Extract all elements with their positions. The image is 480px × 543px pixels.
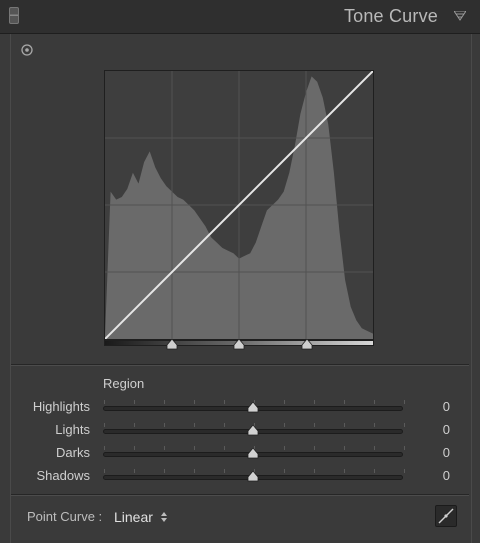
slider-tick [163, 469, 165, 473]
slider-tick [193, 423, 195, 427]
curve-svg[interactable] [105, 71, 373, 339]
slider-tick [133, 469, 135, 473]
slider-tick [283, 469, 285, 473]
slider-tick [163, 446, 165, 450]
point-curve-select[interactable]: Linear [114, 507, 168, 527]
slider-value[interactable]: 0 [443, 422, 450, 437]
region-split-handle-icon[interactable] [166, 339, 178, 350]
curve-edit-icon [438, 508, 454, 524]
slider-label: Highlights [32, 399, 90, 414]
slider-tick [193, 400, 195, 404]
slider-tick [373, 469, 375, 473]
slider-tick [103, 446, 105, 450]
panel-header[interactable]: Tone Curve [0, 0, 480, 34]
slider-tick [193, 446, 195, 450]
slider-tick [313, 400, 315, 404]
slider-value[interactable]: 0 [443, 399, 450, 414]
slider-label: Shadows [36, 468, 90, 483]
slider-tick [103, 400, 105, 404]
panel-switch-icon[interactable] [9, 7, 19, 24]
slider-tick [343, 446, 345, 450]
slider-tick [223, 446, 225, 450]
slider-tick [343, 400, 345, 404]
slider-tick [133, 446, 135, 450]
slider-tick [283, 423, 285, 427]
slider-tick [343, 469, 345, 473]
tone-curve-graph[interactable] [104, 70, 374, 340]
slider-tick [373, 446, 375, 450]
slider-tick [103, 469, 105, 473]
divider [11, 494, 469, 496]
slider-row-darks: Darks 0 [0, 445, 480, 465]
slider-thumb-icon[interactable] [247, 471, 259, 482]
region-split-handle-icon[interactable] [301, 339, 313, 350]
slider-thumb-icon[interactable] [247, 425, 259, 436]
slider-tick [403, 446, 405, 450]
slider-value[interactable]: 0 [443, 468, 450, 483]
slider-tick [403, 469, 405, 473]
tone-curve-panel: Tone Curve Region Highlights 0 Lights 0 Dark… [0, 0, 480, 543]
region-label: Region [103, 376, 145, 391]
slider-label: Darks [56, 445, 90, 460]
panel-title: Tone Curve [343, 6, 438, 26]
slider-tick [163, 400, 165, 404]
slider-value[interactable]: 0 [443, 445, 450, 460]
up-down-stepper-icon [160, 512, 167, 522]
edit-point-curve-button[interactable] [435, 505, 457, 527]
slider-tick [223, 400, 225, 404]
slider-tick [373, 400, 375, 404]
slider-tick [313, 446, 315, 450]
slider-tick [403, 400, 405, 404]
divider [11, 364, 469, 366]
region-split-handle-icon[interactable] [233, 339, 245, 350]
panel-menu-triangle-icon[interactable] [454, 11, 466, 21]
slider-tick [313, 469, 315, 473]
slider-label: Lights [55, 422, 90, 437]
slider-tick [223, 469, 225, 473]
slider-thumb-icon[interactable] [247, 448, 259, 459]
slider-tick [133, 423, 135, 427]
slider-row-lights: Lights 0 [0, 422, 480, 442]
slider-tick [193, 469, 195, 473]
targeted-adjustment-icon[interactable] [21, 44, 33, 56]
slider-thumb-icon[interactable] [247, 402, 259, 413]
slider-tick [343, 423, 345, 427]
slider-tick [283, 400, 285, 404]
slider-tick [283, 446, 285, 450]
slider-tick [163, 423, 165, 427]
slider-row-shadows: Shadows 0 [0, 468, 480, 488]
slider-tick [403, 423, 405, 427]
point-curve-value: Linear [114, 509, 153, 525]
slider-tick [373, 423, 375, 427]
slider-tick [313, 423, 315, 427]
slider-tick [223, 423, 225, 427]
slider-tick [133, 400, 135, 404]
point-curve-label: Point Curve : [27, 509, 103, 524]
slider-row-highlights: Highlights 0 [0, 399, 480, 419]
slider-tick [103, 423, 105, 427]
